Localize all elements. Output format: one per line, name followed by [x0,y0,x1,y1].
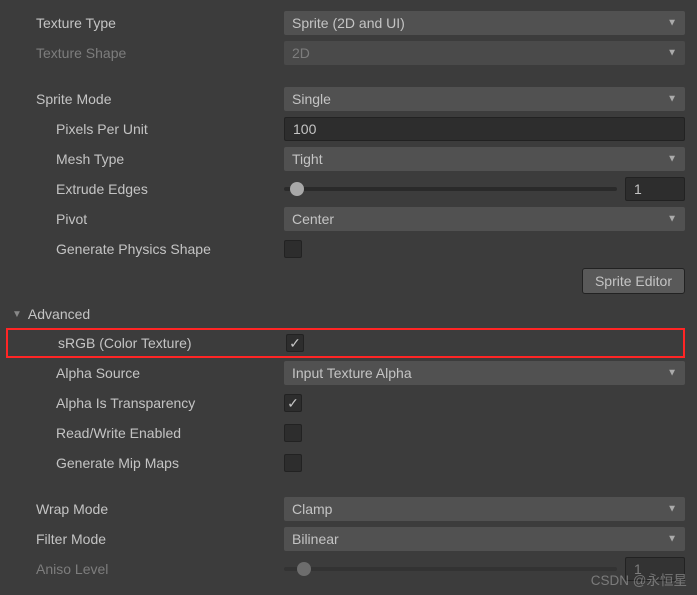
read-write-enabled-label: Read/Write Enabled [8,425,280,441]
sprite-editor-button[interactable]: Sprite Editor [582,268,685,294]
alpha-source-value: Input Texture Alpha [292,365,412,381]
pixels-per-unit-input[interactable]: 100 [284,117,685,141]
mesh-type-dropdown[interactable]: Tight ▼ [284,147,685,171]
advanced-foldout[interactable]: ▼ Advanced [8,300,685,328]
pivot-dropdown[interactable]: Center ▼ [284,207,685,231]
aniso-level-value: 1 [634,561,642,577]
mesh-type-label: Mesh Type [8,151,280,167]
aniso-level-label: Aniso Level [8,561,280,577]
generate-physics-shape-checkbox[interactable] [284,240,302,258]
chevron-down-icon: ▼ [667,368,677,379]
chevron-down-icon: ▼ [667,504,677,515]
extrude-edges-slider[interactable] [284,187,617,191]
texture-shape-value: 2D [292,45,310,61]
texture-shape-dropdown: 2D ▼ [284,41,685,65]
slider-knob[interactable] [290,182,304,196]
chevron-down-icon: ▼ [667,48,677,59]
mesh-type-value: Tight [292,151,323,167]
srgb-label: sRGB (Color Texture) [10,335,282,351]
read-write-enabled-checkbox[interactable] [284,424,302,442]
aniso-level-input: 1 [625,557,685,581]
aniso-level-slider [284,567,617,571]
wrap-mode-value: Clamp [292,501,332,517]
sprite-mode-label: Sprite Mode [8,91,280,107]
pixels-per-unit-label: Pixels Per Unit [8,121,280,137]
filter-mode-value: Bilinear [292,531,339,547]
texture-type-label: Texture Type [8,15,280,31]
wrap-mode-label: Wrap Mode [8,501,280,517]
pivot-value: Center [292,211,334,227]
sprite-mode-dropdown[interactable]: Single ▼ [284,87,685,111]
checkmark-icon: ✓ [289,335,301,352]
chevron-down-icon: ▼ [667,534,677,545]
caret-down-icon: ▼ [12,309,22,320]
chevron-down-icon: ▼ [667,214,677,225]
extrude-edges-input[interactable]: 1 [625,177,685,201]
wrap-mode-dropdown[interactable]: Clamp ▼ [284,497,685,521]
srgb-checkbox[interactable]: ✓ [286,334,304,352]
filter-mode-label: Filter Mode [8,531,280,547]
advanced-label: Advanced [28,306,90,322]
generate-mip-maps-label: Generate Mip Maps [8,455,280,471]
alpha-is-transparency-checkbox[interactable]: ✓ [284,394,302,412]
chevron-down-icon: ▼ [667,154,677,165]
texture-shape-label: Texture Shape [8,45,280,61]
checkmark-icon: ✓ [287,395,299,412]
sprite-mode-value: Single [292,91,331,107]
chevron-down-icon: ▼ [667,18,677,29]
texture-type-dropdown[interactable]: Sprite (2D and UI) ▼ [284,11,685,35]
pivot-label: Pivot [8,211,280,227]
sprite-editor-label: Sprite Editor [595,273,672,289]
slider-knob [297,562,311,576]
alpha-source-label: Alpha Source [8,365,280,381]
alpha-is-transparency-label: Alpha Is Transparency [8,395,280,411]
generate-mip-maps-checkbox[interactable] [284,454,302,472]
generate-physics-shape-label: Generate Physics Shape [8,241,280,257]
chevron-down-icon: ▼ [667,94,677,105]
alpha-source-dropdown[interactable]: Input Texture Alpha ▼ [284,361,685,385]
filter-mode-dropdown[interactable]: Bilinear ▼ [284,527,685,551]
extrude-edges-label: Extrude Edges [8,181,280,197]
extrude-edges-value: 1 [634,181,642,197]
pixels-per-unit-value: 100 [293,121,316,137]
texture-type-value: Sprite (2D and UI) [292,15,405,31]
